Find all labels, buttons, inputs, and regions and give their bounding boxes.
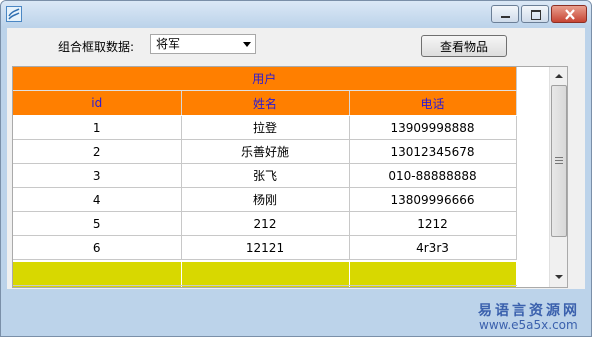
combo-label: 组合框取数据: bbox=[58, 40, 135, 54]
cell-phone[interactable]: 010-88888888 bbox=[349, 163, 517, 188]
grid-title: 用户 bbox=[13, 67, 517, 91]
scroll-down-icon[interactable] bbox=[555, 275, 563, 279]
empty-cell[interactable] bbox=[13, 285, 182, 287]
cell-id[interactable]: 5 bbox=[13, 211, 182, 236]
cell-id[interactable]: 2 bbox=[13, 139, 182, 164]
app-icon bbox=[6, 6, 22, 22]
empty-cell[interactable] bbox=[349, 262, 517, 286]
cell-name[interactable]: 乐善好施 bbox=[181, 139, 350, 164]
vertical-scrollbar[interactable] bbox=[549, 67, 567, 287]
column-header-name[interactable]: 姓名 bbox=[181, 90, 350, 116]
cell-phone[interactable]: 4r3r3 bbox=[349, 235, 517, 260]
cell-id[interactable]: 4 bbox=[13, 187, 182, 212]
empty-cell[interactable] bbox=[13, 262, 182, 286]
scrollbar-thumb[interactable] bbox=[551, 85, 567, 237]
cell-id[interactable]: 6 bbox=[13, 235, 182, 260]
cell-phone[interactable]: 13809996666 bbox=[349, 187, 517, 212]
empty-cell[interactable] bbox=[181, 262, 350, 286]
close-icon bbox=[565, 9, 575, 20]
empty-cell[interactable] bbox=[349, 285, 517, 287]
table-row[interactable]: 6 12121 4r3r3 bbox=[13, 235, 517, 260]
column-header-id[interactable]: id bbox=[13, 90, 182, 116]
table-row[interactable]: 2 乐善好施 13012345678 bbox=[13, 139, 517, 164]
table-row[interactable]: 5 212 1212 bbox=[13, 211, 517, 236]
view-items-button[interactable]: 查看物品 bbox=[421, 35, 507, 57]
combo-selected-value: 将军 bbox=[156, 37, 181, 51]
cell-id[interactable]: 3 bbox=[13, 163, 182, 188]
maximize-button[interactable] bbox=[521, 5, 549, 23]
cell-name[interactable]: 212 bbox=[181, 211, 350, 236]
cell-name[interactable]: 杨刚 bbox=[181, 187, 350, 212]
table-row[interactable]: 3 张飞 010-88888888 bbox=[13, 163, 517, 188]
chevron-down-icon[interactable] bbox=[243, 42, 251, 47]
main-window: 组合框取数据: 将军 查看物品 用户 id 姓名 电话 1 拉登 1390999… bbox=[0, 0, 592, 337]
user-grid[interactable]: 用户 id 姓名 电话 1 拉登 13909998888 2 乐善好施 1301… bbox=[12, 66, 568, 288]
highlighted-empty-row[interactable] bbox=[13, 262, 517, 286]
cell-name[interactable]: 12121 bbox=[181, 235, 350, 260]
user-table: 用户 id 姓名 电话 1 拉登 13909998888 2 乐善好施 1301… bbox=[13, 67, 517, 287]
scroll-up-icon[interactable] bbox=[555, 74, 563, 78]
data-combo-box[interactable]: 将军 bbox=[150, 34, 256, 54]
client-area: 组合框取数据: 将军 查看物品 用户 id 姓名 电话 1 拉登 1390999… bbox=[7, 28, 585, 289]
grid-header-row: id 姓名 电话 bbox=[13, 90, 517, 116]
table-row[interactable]: 1 拉登 13909998888 bbox=[13, 115, 517, 140]
cell-name[interactable]: 拉登 bbox=[181, 115, 350, 140]
cell-phone[interactable]: 13909998888 bbox=[349, 115, 517, 140]
table-row[interactable]: 4 杨刚 13809996666 bbox=[13, 187, 517, 212]
grip-icon bbox=[555, 157, 563, 164]
cell-phone[interactable]: 1212 bbox=[349, 211, 517, 236]
close-button[interactable] bbox=[551, 5, 587, 23]
highlighted-empty-row-partial[interactable] bbox=[13, 285, 517, 287]
empty-cell[interactable] bbox=[181, 285, 350, 287]
watermark-site-name: 易语言资源网 bbox=[478, 303, 580, 319]
cell-name[interactable]: 张飞 bbox=[181, 163, 350, 188]
title-bar[interactable] bbox=[1, 1, 591, 27]
cell-phone[interactable]: 13012345678 bbox=[349, 139, 517, 164]
minimize-button[interactable] bbox=[491, 5, 519, 23]
column-header-phone[interactable]: 电话 bbox=[349, 90, 517, 116]
grid-title-row: 用户 bbox=[13, 67, 517, 91]
cell-id[interactable]: 1 bbox=[13, 115, 182, 140]
watermark-url: www.e5a5x.com bbox=[479, 318, 578, 332]
